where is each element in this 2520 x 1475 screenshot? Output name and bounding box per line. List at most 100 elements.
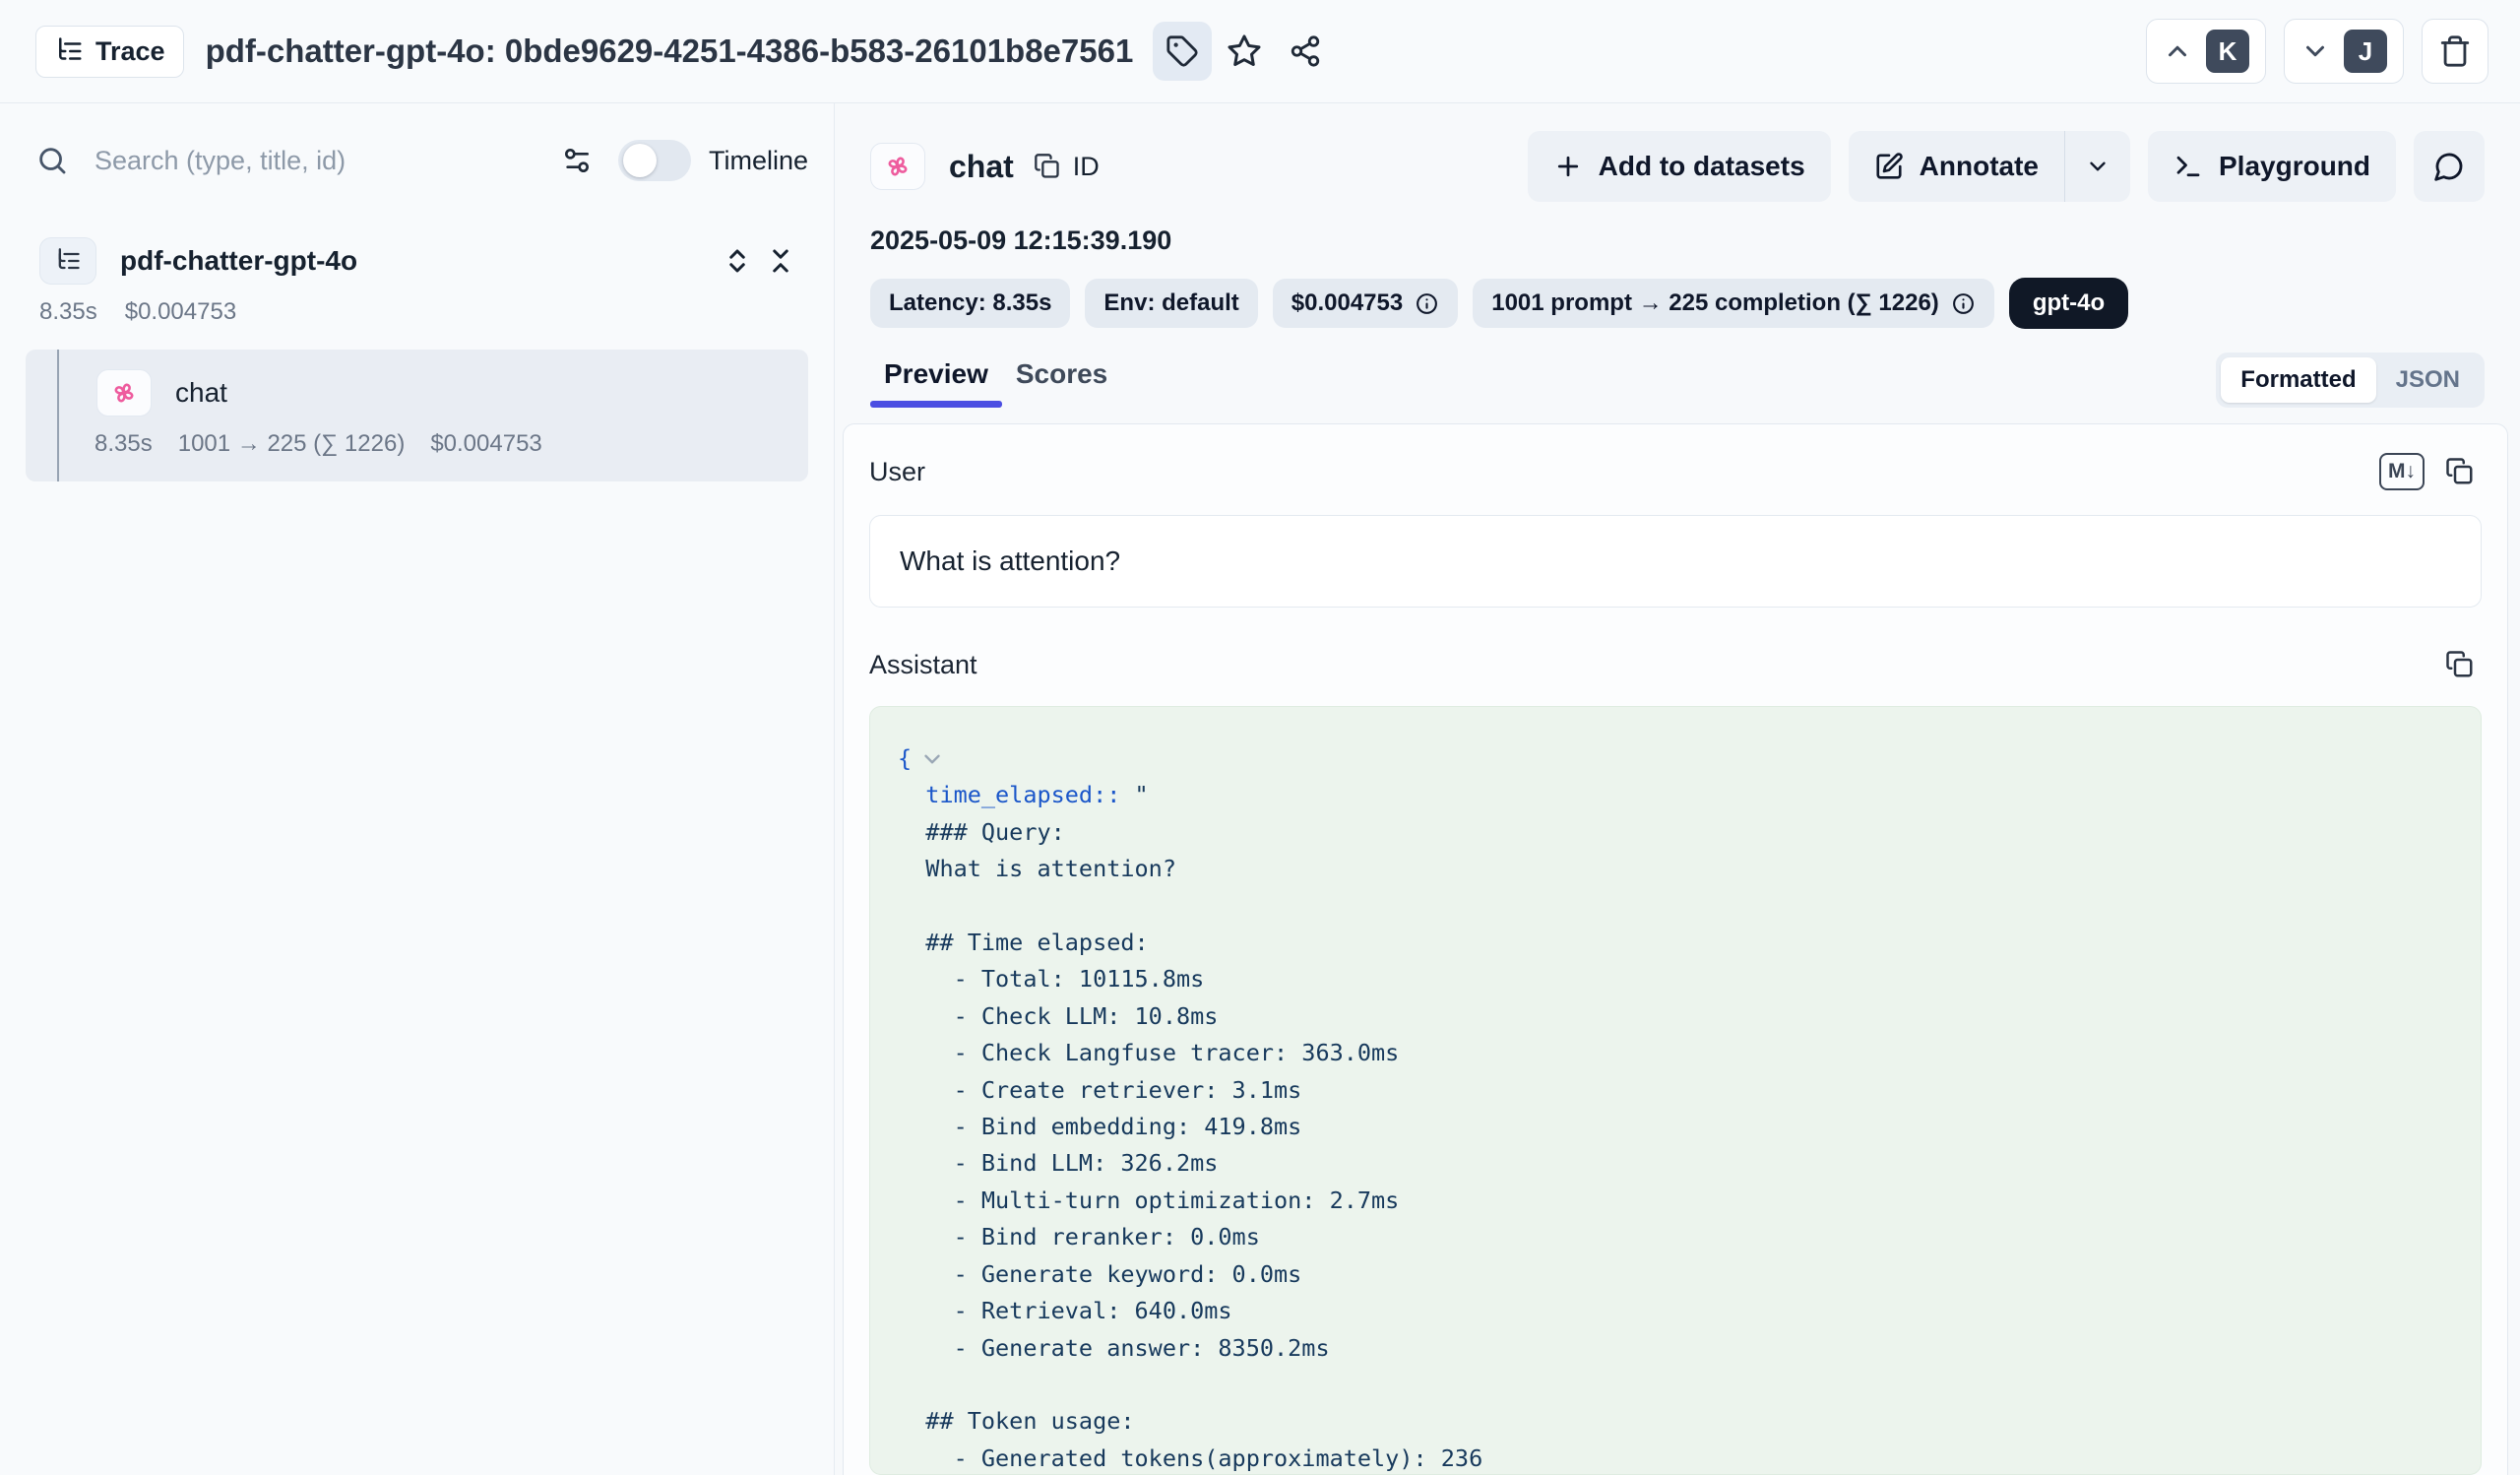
- code-line: ### Query:: [898, 814, 2453, 851]
- generation-node-badge: [96, 369, 152, 417]
- observation-title: chat: [949, 149, 1014, 185]
- copy-icon: [2445, 457, 2475, 486]
- trash-icon: [2438, 34, 2472, 68]
- child-tokens: 1001 → 225 (∑ 1226): [178, 430, 406, 458]
- code-line: [898, 888, 2453, 925]
- copy-user-content-button[interactable]: [2438, 452, 2482, 491]
- star-icon: [1227, 33, 1262, 69]
- message-bubble-icon: [2433, 151, 2465, 182]
- annotate-button[interactable]: Annotate: [1849, 131, 2064, 202]
- assistant-code-block: { time_elapsed:: " ### Query: What is at…: [869, 706, 2482, 1475]
- delete-trace-button[interactable]: [2422, 19, 2488, 84]
- favorite-button[interactable]: [1216, 23, 1273, 80]
- share-button[interactable]: [1277, 23, 1334, 80]
- terminal-icon: [2174, 152, 2203, 181]
- badge-label: $0.004753: [1292, 289, 1403, 317]
- chevron-down-icon: [2300, 36, 2330, 66]
- collapse-chevron-icon[interactable]: [919, 746, 945, 772]
- top-bar: Trace pdf-chatter-gpt-4o: 0bde9629-4251-…: [0, 0, 2520, 103]
- observation-timestamp: 2025-05-09 12:15:39.190: [870, 225, 2485, 256]
- badge-label: 1001 prompt → 225 completion (∑ 1226): [1491, 289, 1939, 317]
- assistant-section-label: Assistant: [869, 650, 977, 680]
- badge-row: Latency: 8.35sEnv: default$0.0047531001 …: [870, 278, 2485, 329]
- code-line: - Generated tokens(approximately): 236: [898, 1441, 2453, 1475]
- code-line: - Bind embedding: 419.8ms: [898, 1109, 2453, 1145]
- code-line: {: [898, 740, 2453, 777]
- list-tree-icon: [54, 247, 82, 275]
- copy-assistant-content-button[interactable]: [2438, 645, 2482, 684]
- model-badge: gpt-4o: [2009, 278, 2128, 329]
- code-line: [898, 1367, 2453, 1403]
- copy-id-button[interactable]: ID: [1034, 152, 1100, 182]
- root-cost: $0.004753: [125, 298, 236, 326]
- code-line: ## Time elapsed:: [898, 925, 2453, 961]
- code-line: - Multi-turn optimization: 2.7ms: [898, 1183, 2453, 1219]
- tab-preview[interactable]: Preview: [870, 353, 1002, 396]
- timeline-toggle[interactable]: [618, 140, 691, 181]
- add-to-datasets-button[interactable]: Add to datasets: [1528, 131, 1831, 202]
- tabs-row: Preview Scores Formatted JSON: [870, 353, 2485, 414]
- id-label: ID: [1073, 152, 1100, 182]
- pen-square-icon: [1874, 152, 1904, 181]
- playground-label: Playground: [2219, 151, 2370, 182]
- toggle-knob: [623, 144, 657, 177]
- keyboard-shortcut-k: K: [2206, 30, 2249, 73]
- tags-button[interactable]: [1153, 22, 1212, 81]
- info-icon: [1951, 291, 1976, 316]
- chevron-down-icon: [2085, 154, 2110, 179]
- generation-pinwheel-icon: [883, 152, 913, 181]
- previous-trace-button[interactable]: K: [2146, 19, 2266, 84]
- assistant-code: { time_elapsed:: " ### Query: What is at…: [898, 740, 2453, 1475]
- search-input[interactable]: [94, 146, 561, 176]
- user-section-header: User M↓: [869, 452, 2482, 491]
- metadata-badge[interactable]: 1001 prompt → 225 completion (∑ 1226): [1473, 279, 1994, 328]
- keyboard-shortcut-j: J: [2344, 30, 2387, 73]
- share-icon: [1289, 34, 1322, 68]
- copy-icon: [2445, 650, 2475, 679]
- copy-icon: [1034, 153, 1061, 180]
- code-line: - Generate keyword: 0.0ms: [898, 1256, 2453, 1293]
- metadata-badge: Env: default: [1085, 279, 1257, 328]
- badge-label: gpt-4o: [2033, 289, 2105, 317]
- user-section-label: User: [869, 457, 925, 487]
- next-trace-button[interactable]: J: [2284, 19, 2404, 84]
- code-line: - Check LLM: 10.8ms: [898, 998, 2453, 1035]
- markdown-toggle-button[interactable]: M↓: [2379, 453, 2425, 490]
- filter-settings-icon[interactable]: [561, 145, 593, 176]
- collapse-all-button[interactable]: [759, 239, 802, 283]
- code-line: - Generate answer: 8350.2ms: [898, 1330, 2453, 1367]
- code-line: - Create retriever: 3.1ms: [898, 1072, 2453, 1109]
- observation-header: chat ID Add to datasets Annotate: [870, 131, 2485, 202]
- view-json-option[interactable]: JSON: [2376, 357, 2480, 403]
- tag-icon: [1166, 34, 1199, 68]
- code-line: - Bind LLM: 326.2ms: [898, 1145, 2453, 1182]
- page-title: pdf-chatter-gpt-4o: 0bde9629-4251-4386-b…: [206, 32, 1134, 70]
- trace-node-badge: [39, 237, 96, 285]
- tree-root-metrics: 8.35s $0.004753: [26, 298, 808, 326]
- code-line: ## Token usage:: [898, 1403, 2453, 1440]
- generation-pinwheel-icon: [109, 378, 139, 408]
- root-latency: 8.35s: [39, 298, 97, 326]
- list-tree-icon: [54, 36, 84, 66]
- expand-all-button[interactable]: [716, 239, 759, 283]
- tree-child-name: chat: [175, 377, 227, 409]
- info-icon: [1415, 291, 1439, 316]
- trace-tree-sidebar: Timeline pdf-chatter-gpt-4o 8.35s $0.004…: [0, 103, 835, 1475]
- annotate-dropdown-button[interactable]: [2064, 131, 2130, 202]
- badge-label: Env: default: [1103, 289, 1238, 317]
- trace-type-badge: Trace: [35, 26, 184, 78]
- tree-root-row[interactable]: pdf-chatter-gpt-4o: [26, 237, 808, 285]
- tree-item-chat-selected[interactable]: chat 8.35s 1001 → 225 (∑ 1226) $0.004753: [26, 350, 808, 481]
- preview-content-card: User M↓ What is attention? Assistant { t…: [843, 423, 2508, 1475]
- assistant-section-header: Assistant: [869, 645, 2482, 684]
- view-formatted-option[interactable]: Formatted: [2221, 357, 2375, 403]
- tab-scores[interactable]: Scores: [1002, 353, 1121, 396]
- view-mode-toggle: Formatted JSON: [2216, 353, 2485, 408]
- child-cost: $0.004753: [430, 430, 541, 458]
- comments-button[interactable]: [2414, 131, 2485, 202]
- plus-icon: [1553, 152, 1583, 181]
- metadata-badge[interactable]: $0.004753: [1273, 279, 1458, 328]
- code-line: - Bind reranker: 0.0ms: [898, 1219, 2453, 1255]
- playground-button[interactable]: Playground: [2148, 131, 2396, 202]
- annotate-label: Annotate: [1920, 151, 2039, 182]
